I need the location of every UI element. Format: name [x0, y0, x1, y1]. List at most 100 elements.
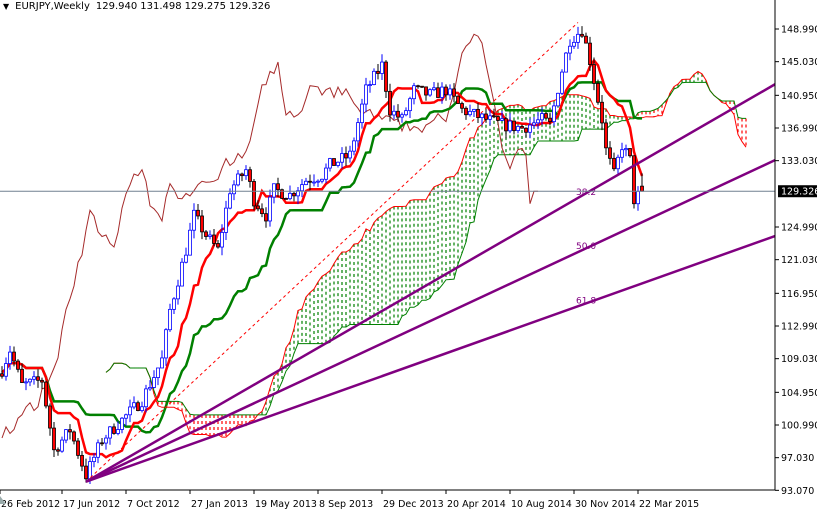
bull-candle [192, 209, 196, 231]
price-tick-label: 133.030 [781, 156, 817, 167]
bull-candle [472, 108, 476, 112]
bear-candle [496, 116, 500, 121]
bear-candle [264, 213, 268, 222]
bear-candle [600, 101, 604, 124]
bear-candle [48, 405, 52, 429]
kijun-sen [1, 81, 642, 434]
bull-candle [108, 426, 112, 439]
bull-candle [180, 261, 184, 287]
price-chart[interactable]: 38.2 50.0 61.8 148.990 145.030 140.950 136.99… [0, 0, 817, 511]
bull-candle [316, 180, 320, 183]
price-tick-label: 136.990 [781, 124, 817, 135]
price-tick-label: 140.950 [781, 91, 817, 102]
bear-candle [388, 90, 392, 116]
bull-candle [300, 184, 304, 192]
bull-candle [124, 414, 128, 419]
fan-level-label: 61.8 [576, 296, 596, 306]
bull-candle [404, 110, 408, 116]
bear-candle [396, 110, 400, 118]
time-tick-label: 27 Jan 2013 [191, 499, 248, 510]
bull-candle [164, 329, 168, 359]
bull-candle [500, 118, 504, 121]
bear-candle [580, 33, 584, 37]
bull-candle [244, 169, 248, 177]
bull-candle [132, 402, 136, 408]
fan-line-50.0 [85, 159, 775, 483]
bear-candle [12, 351, 16, 362]
bull-candle [268, 196, 272, 222]
bull-candle [336, 161, 340, 166]
bull-candle [616, 156, 620, 170]
bear-candle [252, 181, 256, 207]
bear-candle [216, 243, 220, 248]
bull-candle [636, 190, 640, 205]
time-tick-label: 10 Aug 2014 [511, 499, 572, 510]
bull-candle [148, 387, 152, 390]
bull-candle [172, 298, 176, 310]
bear-candle [52, 427, 56, 451]
bull-candle [440, 86, 444, 98]
bear-candle [384, 61, 388, 92]
indicator-lines [1, 33, 747, 459]
bear-candle [456, 95, 460, 104]
bull-candle [540, 113, 544, 121]
chart-header: ▼ EURJPY,Weekly 129.940 131.498 129.275 … [3, 1, 270, 12]
bull-candle [24, 381, 28, 384]
bear-candle [424, 86, 428, 96]
bull-candle [328, 158, 332, 169]
bull-candle [4, 363, 8, 377]
bear-candle [520, 126, 524, 129]
bull-candle [128, 406, 132, 416]
bear-candle [256, 205, 260, 210]
bear-candle [136, 402, 140, 411]
time-tick-label: 7 Oct 2012 [127, 499, 180, 510]
bull-candle [536, 119, 540, 124]
ohlc-low: 129.275 [184, 1, 226, 12]
bear-candle [80, 455, 84, 467]
price-tick-label: 116.950 [781, 289, 817, 300]
bear-candle [376, 70, 380, 74]
bear-candle [436, 87, 440, 98]
time-tick-label: 19 May 2013 [255, 499, 317, 510]
bull-candle [400, 114, 404, 118]
ohlc-close: 129.326 [228, 1, 271, 12]
bear-candle [548, 117, 552, 123]
price-tick-label: 97.030 [781, 453, 814, 464]
bull-candle [392, 110, 396, 116]
bull-candle [528, 124, 532, 133]
fan-line-38.2 [85, 83, 775, 483]
bear-candle [276, 183, 280, 191]
bull-candle [140, 406, 144, 411]
bull-candle [88, 461, 92, 480]
bull-candle [32, 376, 36, 380]
bear-candle [640, 185, 644, 192]
bull-candle [60, 439, 64, 452]
bear-candle [596, 82, 600, 103]
bull-candle [468, 110, 472, 116]
bear-candle [608, 147, 612, 159]
ohlc-open: 129.940 [95, 1, 138, 12]
chikou-span [1, 33, 539, 439]
time-tick-label: 30 Nov 2014 [575, 499, 636, 510]
bull-candle [120, 417, 124, 430]
bear-candle [196, 209, 200, 217]
bear-candle [292, 192, 296, 197]
bear-candle [240, 173, 244, 177]
bull-candle [360, 103, 364, 124]
fan-level-label: 50.0 [576, 242, 596, 252]
bear-candle [612, 157, 616, 170]
bull-candle [408, 98, 412, 112]
bear-candle [344, 153, 348, 159]
bear-candle [260, 208, 264, 215]
bear-candle [484, 113, 488, 120]
bear-candle [20, 368, 24, 383]
collapse-triangle-icon[interactable]: ▼ [3, 2, 9, 11]
bull-candle [228, 193, 232, 209]
bear-candle [420, 85, 424, 88]
bull-candle [92, 456, 96, 462]
price-tick-label: 124.990 [781, 223, 817, 234]
bull-candle [488, 115, 492, 120]
bear-candle [524, 127, 528, 133]
bull-candle [304, 180, 308, 186]
bear-candle [464, 107, 468, 116]
